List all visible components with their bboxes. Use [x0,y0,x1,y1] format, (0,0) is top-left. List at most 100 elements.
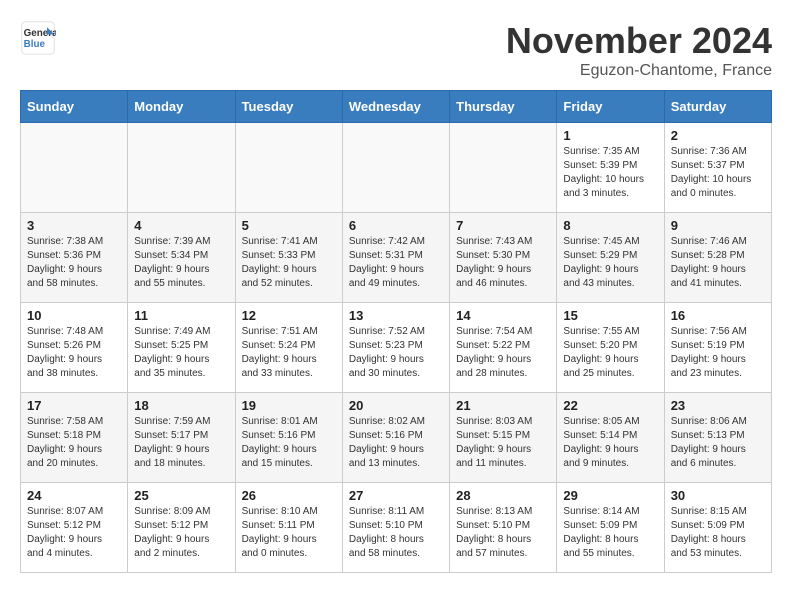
day-number: 16 [671,308,765,323]
calendar-cell: 6 Sunrise: 7:42 AM Sunset: 5:31 PM Daylig… [342,213,449,303]
calendar-cell: 15 Sunrise: 7:55 AM Sunset: 5:20 PM Dayli… [557,303,664,393]
column-header-monday: Monday [128,91,235,123]
day-number: 25 [134,488,228,503]
location-subtitle: Eguzon-Chantome, France [506,62,772,80]
calendar-cell: 26 Sunrise: 8:10 AM Sunset: 5:11 PM Dayli… [235,483,342,573]
day-info: Sunrise: 7:51 AM Sunset: 5:24 PM Dayligh… [242,325,336,381]
day-info: Sunrise: 7:48 AM Sunset: 5:26 PM Dayligh… [27,325,121,381]
calendar-cell: 13 Sunrise: 7:52 AM Sunset: 5:23 PM Dayli… [342,303,449,393]
day-info: Sunrise: 7:43 AM Sunset: 5:30 PM Dayligh… [456,235,550,291]
day-info: Sunrise: 7:55 AM Sunset: 5:20 PM Dayligh… [563,325,657,381]
day-number: 2 [671,128,765,143]
day-info: Sunrise: 7:42 AM Sunset: 5:31 PM Dayligh… [349,235,443,291]
day-number: 17 [27,398,121,413]
day-number: 15 [563,308,657,323]
day-number: 22 [563,398,657,413]
day-info: Sunrise: 7:52 AM Sunset: 5:23 PM Dayligh… [349,325,443,381]
day-info: Sunrise: 8:02 AM Sunset: 5:16 PM Dayligh… [349,415,443,471]
day-info: Sunrise: 8:15 AM Sunset: 5:09 PM Dayligh… [671,505,765,561]
calendar-cell: 24 Sunrise: 8:07 AM Sunset: 5:12 PM Dayli… [21,483,128,573]
calendar-cell: 7 Sunrise: 7:43 AM Sunset: 5:30 PM Daylig… [450,213,557,303]
day-number: 10 [27,308,121,323]
calendar-cell: 3 Sunrise: 7:38 AM Sunset: 5:36 PM Daylig… [21,213,128,303]
day-number: 28 [456,488,550,503]
day-number: 30 [671,488,765,503]
calendar-cell: 20 Sunrise: 8:02 AM Sunset: 5:16 PM Dayli… [342,393,449,483]
calendar-week-row: 1 Sunrise: 7:35 AM Sunset: 5:39 PM Daylig… [21,123,772,213]
day-number: 19 [242,398,336,413]
calendar-cell [235,123,342,213]
calendar-table: SundayMondayTuesdayWednesdayThursdayFrid… [20,90,772,573]
day-info: Sunrise: 7:45 AM Sunset: 5:29 PM Dayligh… [563,235,657,291]
calendar-cell: 4 Sunrise: 7:39 AM Sunset: 5:34 PM Daylig… [128,213,235,303]
calendar-cell [128,123,235,213]
day-number: 23 [671,398,765,413]
day-number: 14 [456,308,550,323]
calendar-cell: 9Sunrise: 7:46 AM Sunset: 5:28 PM Daylig… [664,213,771,303]
calendar-cell: 29Sunrise: 8:14 AM Sunset: 5:09 PM Dayli… [557,483,664,573]
day-info: Sunrise: 7:38 AM Sunset: 5:36 PM Dayligh… [27,235,121,291]
calendar-header-row: SundayMondayTuesdayWednesdayThursdayFrid… [21,91,772,123]
calendar-cell: 11Sunrise: 7:49 AM Sunset: 5:25 PM Dayli… [128,303,235,393]
calendar-cell: 10 Sunrise: 7:48 AM Sunset: 5:26 PM Dayli… [21,303,128,393]
column-header-thursday: Thursday [450,91,557,123]
svg-text:Blue: Blue [24,39,46,50]
calendar-cell: 22Sunrise: 8:05 AM Sunset: 5:14 PM Dayli… [557,393,664,483]
calendar-week-row: 10 Sunrise: 7:48 AM Sunset: 5:26 PM Dayli… [21,303,772,393]
day-number: 21 [456,398,550,413]
day-number: 6 [349,218,443,233]
column-header-tuesday: Tuesday [235,91,342,123]
logo: General Blue [20,20,56,56]
month-year-title: November 2024 [506,20,772,62]
day-info: Sunrise: 7:36 AM Sunset: 5:37 PM Dayligh… [671,145,765,201]
title-section: November 2024 Eguzon-Chantome, France [506,20,772,80]
day-number: 1 [563,128,657,143]
day-number: 26 [242,488,336,503]
day-info: Sunrise: 8:07 AM Sunset: 5:12 PM Dayligh… [27,505,121,561]
calendar-week-row: 3 Sunrise: 7:38 AM Sunset: 5:36 PM Daylig… [21,213,772,303]
day-number: 18 [134,398,228,413]
column-header-sunday: Sunday [21,91,128,123]
logo-icon: General Blue [20,20,56,56]
day-number: 7 [456,218,550,233]
calendar-cell: 2 Sunrise: 7:36 AM Sunset: 5:37 PM Daylig… [664,123,771,213]
day-info: Sunrise: 8:14 AM Sunset: 5:09 PM Dayligh… [563,505,657,561]
column-header-wednesday: Wednesday [342,91,449,123]
day-number: 11 [134,308,228,323]
page-header: General Blue November 2024 Eguzon-Chanto… [20,20,772,80]
day-number: 27 [349,488,443,503]
day-info: Sunrise: 8:11 AM Sunset: 5:10 PM Dayligh… [349,505,443,561]
day-info: Sunrise: 7:35 AM Sunset: 5:39 PM Dayligh… [563,145,657,201]
calendar-cell: 19 Sunrise: 8:01 AM Sunset: 5:16 PM Dayli… [235,393,342,483]
day-number: 12 [242,308,336,323]
day-info: Sunrise: 8:01 AM Sunset: 5:16 PM Dayligh… [242,415,336,471]
calendar-cell: 25 Sunrise: 8:09 AM Sunset: 5:12 PM Dayli… [128,483,235,573]
calendar-cell: 18 Sunrise: 7:59 AM Sunset: 5:17 PM Dayli… [128,393,235,483]
day-number: 8 [563,218,657,233]
day-info: Sunrise: 8:06 AM Sunset: 5:13 PM Dayligh… [671,415,765,471]
day-number: 24 [27,488,121,503]
day-number: 4 [134,218,228,233]
day-number: 13 [349,308,443,323]
day-info: Sunrise: 7:46 AM Sunset: 5:28 PM Dayligh… [671,235,765,291]
day-info: Sunrise: 7:54 AM Sunset: 5:22 PM Dayligh… [456,325,550,381]
calendar-cell: 8 Sunrise: 7:45 AM Sunset: 5:29 PM Daylig… [557,213,664,303]
day-info: Sunrise: 8:03 AM Sunset: 5:15 PM Dayligh… [456,415,550,471]
calendar-cell: 1 Sunrise: 7:35 AM Sunset: 5:39 PM Daylig… [557,123,664,213]
calendar-cell: 27 Sunrise: 8:11 AM Sunset: 5:10 PM Dayli… [342,483,449,573]
calendar-cell: 16Sunrise: 7:56 AM Sunset: 5:19 PM Dayli… [664,303,771,393]
day-info: Sunrise: 8:09 AM Sunset: 5:12 PM Dayligh… [134,505,228,561]
calendar-cell: 21 Sunrise: 8:03 AM Sunset: 5:15 PM Dayli… [450,393,557,483]
day-info: Sunrise: 7:58 AM Sunset: 5:18 PM Dayligh… [27,415,121,471]
day-number: 20 [349,398,443,413]
calendar-cell: 17 Sunrise: 7:58 AM Sunset: 5:18 PM Dayli… [21,393,128,483]
day-number: 3 [27,218,121,233]
day-info: Sunrise: 8:10 AM Sunset: 5:11 PM Dayligh… [242,505,336,561]
day-info: Sunrise: 7:59 AM Sunset: 5:17 PM Dayligh… [134,415,228,471]
calendar-cell [342,123,449,213]
day-info: Sunrise: 7:39 AM Sunset: 5:34 PM Dayligh… [134,235,228,291]
column-header-saturday: Saturday [664,91,771,123]
calendar-cell: 30 Sunrise: 8:15 AM Sunset: 5:09 PM Dayli… [664,483,771,573]
calendar-cell [21,123,128,213]
calendar-week-row: 24 Sunrise: 8:07 AM Sunset: 5:12 PM Dayli… [21,483,772,573]
